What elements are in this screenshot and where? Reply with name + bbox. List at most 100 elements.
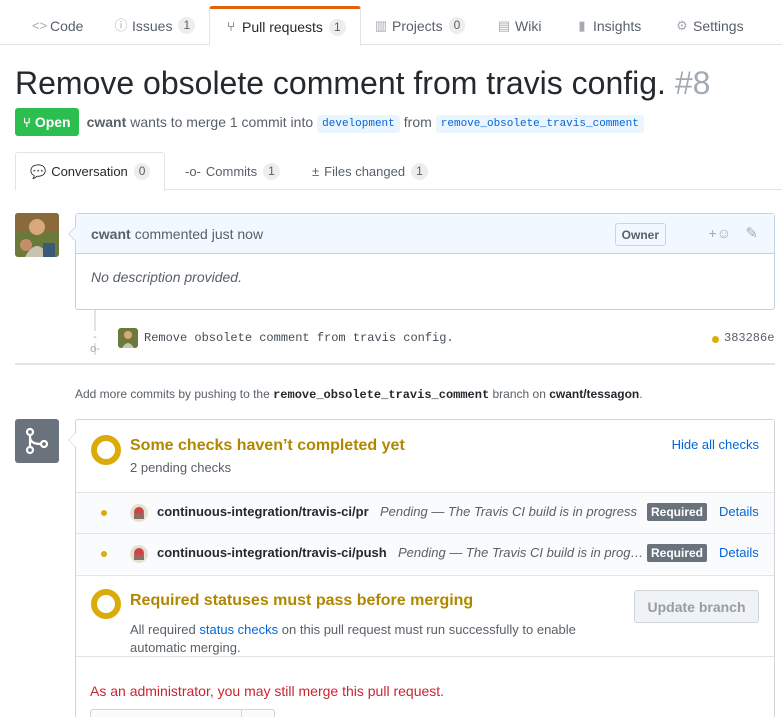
tab-label: Projects — [392, 17, 443, 34]
tab-label: Code — [50, 17, 84, 34]
pencil-icon[interactable]: ✎ — [745, 224, 758, 242]
status-badge: ⑂ Open — [15, 108, 79, 136]
hide-all-checks-link[interactable]: Hide all checks — [672, 437, 759, 452]
checks-subtitle: 2 pending checks — [130, 460, 232, 475]
push-hint-repo: cwant/tessagon — [549, 387, 640, 401]
avatar[interactable] — [15, 213, 59, 257]
book-icon: ▤ — [497, 17, 511, 33]
check-description: Pending — The Travis CI build is in prog… — [398, 545, 644, 560]
graph-icon: ▮ — [578, 17, 586, 33]
git-commit-icon: -o- — [89, 331, 101, 355]
pull-request-icon: ⑂ — [23, 114, 31, 130]
required-badge: Required — [647, 503, 708, 521]
add-reaction-button[interactable]: +☺ — [709, 225, 731, 241]
travis-avatar — [130, 545, 148, 563]
commit-avatar[interactable] — [118, 328, 138, 348]
tab-label: Wiki — [515, 17, 542, 34]
pull-request-icon: ⑂ — [227, 19, 235, 34]
pr-title-text: Remove obsolete comment from travis conf… — [15, 65, 666, 101]
tab-label: Files changed — [324, 163, 406, 179]
pending-status-dot — [101, 551, 107, 557]
state-label: Open — [34, 114, 71, 130]
comment-action: commented just now — [134, 225, 264, 242]
required-desc-prefix: All required — [130, 622, 196, 637]
admin-section: As an administrator, you may still merge… — [76, 656, 774, 717]
reaction-plus: + — [708, 225, 717, 241]
tab-commits[interactable]: -o- Commits 1 — [185, 152, 280, 190]
repo-nav: <> Code ⓘ Issues 1 ⑂ Pull requests 1 ▥ P… — [0, 0, 782, 46]
base-branch[interactable]: development — [317, 115, 400, 133]
status-checks-link[interactable]: status checks — [199, 622, 278, 637]
pending-status-dot[interactable] — [712, 336, 719, 343]
required-desc-suffix: on this pull request must run successful… — [130, 622, 576, 655]
tab-pull-requests[interactable]: ⑂ Pull requests 1 — [209, 6, 361, 46]
merge-box: Some checks haven’t completed yet 2 pend… — [68, 419, 775, 717]
checks-title: Some checks haven’t completed yet — [130, 437, 405, 454]
git-commit-icon: -o- — [185, 163, 201, 179]
git-merge-icon — [15, 419, 59, 463]
tab-insights[interactable]: ▮ Insights — [575, 6, 641, 45]
check-name: continuous-integration/travis-ci/push — [157, 545, 387, 560]
issue-icon: ⓘ — [114, 17, 128, 33]
diff-icon: ± — [312, 163, 320, 179]
project-icon: ▥ — [374, 17, 388, 33]
check-row: continuous-integration/travis-ci/pr Pend… — [76, 492, 774, 533]
merge-text: wants to merge 1 commit into — [130, 114, 314, 130]
tab-projects[interactable]: ▥ Projects 0 — [374, 6, 466, 45]
merge-dropdown-button[interactable] — [241, 709, 275, 717]
tab-wiki[interactable]: ▤ Wiki — [497, 6, 542, 45]
merge-button[interactable] — [90, 709, 242, 717]
comment-body: No description provided. — [91, 269, 242, 285]
check-description: Pending — The Travis CI build is in prog… — [380, 504, 637, 519]
pr-meta: ⑂ Open cwant wants to merge 1 commit int… — [15, 108, 775, 136]
tab-label: Issues — [132, 17, 173, 34]
push-hint-prefix: Add more commits by pushing to the — [75, 387, 270, 401]
tab-settings[interactable]: ⚙ Settings — [675, 6, 743, 45]
tab-files-changed[interactable]: ± Files changed 1 — [312, 152, 428, 190]
page-title: Remove obsolete comment from travis conf… — [15, 63, 710, 103]
divider — [15, 363, 775, 365]
projects-counter: 0 — [448, 17, 466, 34]
pull-requests-counter: 1 — [328, 18, 346, 36]
details-link[interactable]: Details — [719, 545, 759, 560]
required-description: All required status checks on this pull … — [130, 621, 580, 657]
tab-code[interactable]: <> Code — [32, 6, 83, 45]
files-changed-counter: 1 — [411, 162, 428, 180]
commits-counter: 1 — [263, 162, 280, 180]
tab-conversation[interactable]: 💬 Conversation 0 — [15, 152, 166, 191]
update-branch-button[interactable]: Update branch — [634, 590, 759, 623]
push-hint-branch: remove_obsolete_travis_comment — [273, 388, 490, 402]
travis-avatar — [130, 504, 148, 522]
comment-discussion-icon: 💬 — [30, 163, 47, 179]
comment-box: cwant commented just now Owner +☺ ✎ No d… — [68, 213, 775, 310]
required-badge: Required — [647, 544, 708, 562]
comment-header: cwant commented just now Owner +☺ ✎ — [76, 214, 774, 254]
admin-message: As an administrator, you may still merge… — [90, 683, 445, 699]
tab-label: Conversation — [51, 164, 128, 179]
author-link[interactable]: cwant — [87, 114, 127, 130]
smiley-icon: ☺ — [716, 225, 731, 241]
pending-status-dot — [101, 510, 107, 516]
pr-tabs: 💬 Conversation 0 -o- Commits 1 ± Files c… — [15, 152, 782, 191]
push-hint: Add more commits by pushing to the remov… — [75, 387, 643, 402]
pr-number: #8 — [674, 65, 711, 101]
gear-icon: ⚙ — [676, 17, 688, 33]
check-row: continuous-integration/travis-ci/push Pe… — [76, 533, 774, 574]
push-hint-suffix: . — [639, 387, 643, 401]
commit-sha[interactable]: 383286e — [724, 331, 774, 345]
tab-label: Pull requests — [242, 19, 323, 35]
required-title: Required statuses must pass before mergi… — [130, 592, 474, 609]
check-name: continuous-integration/travis-ci/pr — [157, 504, 369, 519]
tab-issues[interactable]: ⓘ Issues 1 — [114, 6, 196, 45]
details-link[interactable]: Details — [719, 504, 759, 519]
commit-message[interactable]: Remove obsolete comment from travis conf… — [144, 331, 454, 345]
issues-counter: 1 — [178, 17, 196, 34]
required-statuses-section: Required statuses must pass before mergi… — [76, 575, 774, 655]
pending-ring-icon — [91, 589, 121, 619]
head-branch[interactable]: remove_obsolete_travis_comment — [435, 115, 644, 133]
comment-author[interactable]: cwant — [91, 226, 131, 242]
tab-label: Insights — [593, 17, 642, 34]
owner-badge: Owner — [614, 223, 666, 246]
pending-ring-icon — [91, 435, 121, 465]
tab-label: Commits — [205, 163, 258, 179]
